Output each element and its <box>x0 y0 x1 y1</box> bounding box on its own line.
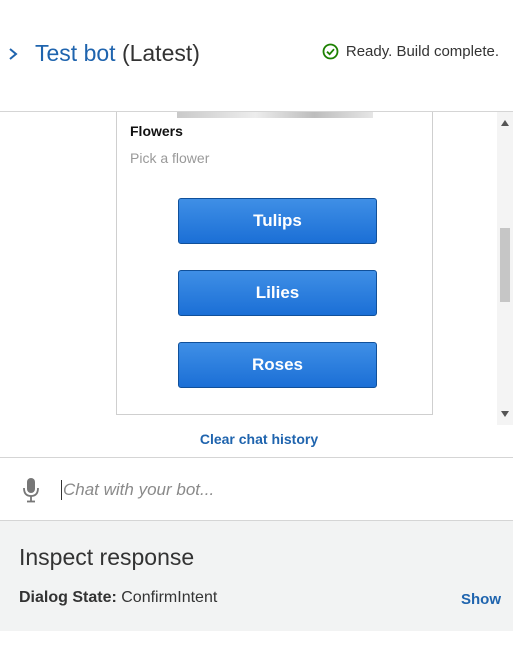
panel-header: Test bot (Latest) Ready. Build complete. <box>0 0 513 112</box>
clear-chat-history-link[interactable]: Clear chat history <box>0 431 513 447</box>
chat-input-row <box>0 457 513 521</box>
chevron-right-icon[interactable] <box>7 44 21 64</box>
chat-input[interactable] <box>63 477 483 503</box>
response-card: Flowers Pick a flower Tulips Lilies Rose… <box>116 112 433 415</box>
option-button-roses[interactable]: Roses <box>178 342 377 388</box>
dialog-state-label: Dialog State: <box>19 589 117 606</box>
card-subtitle: Pick a flower <box>130 150 210 166</box>
dialog-state: Dialog State: ConfirmIntent <box>19 589 217 607</box>
microphone-icon[interactable] <box>22 477 40 503</box>
dialog-state-value: ConfirmIntent <box>121 589 218 606</box>
card-title: Flowers <box>130 123 183 139</box>
scroll-down-arrow-icon[interactable] <box>501 411 509 417</box>
build-status: Ready. Build complete. <box>322 43 499 60</box>
show-details-link[interactable]: Show <box>461 591 501 608</box>
check-circle-icon <box>322 43 339 60</box>
inspect-response-title: Inspect response <box>19 544 195 570</box>
chat-scrollbar[interactable] <box>497 112 513 425</box>
test-bot-panel: Test bot (Latest) Ready. Build complete.… <box>0 0 513 662</box>
option-button-tulips[interactable]: Tulips <box>178 198 377 244</box>
build-status-text: Ready. Build complete. <box>345 43 499 60</box>
text-caret <box>61 480 62 500</box>
card-image <box>177 112 373 118</box>
scroll-up-arrow-icon[interactable] <box>501 120 509 126</box>
bot-version: (Latest) <box>121 40 200 66</box>
option-button-lilies[interactable]: Lilies <box>178 270 377 316</box>
chat-transcript: Flowers Pick a flower Tulips Lilies Rose… <box>0 112 513 457</box>
inspect-response-panel: Inspect response Dialog State: ConfirmIn… <box>0 521 513 631</box>
bot-name: Test bot <box>35 40 116 66</box>
scroll-thumb[interactable] <box>500 228 510 302</box>
panel-title: Test bot (Latest) <box>35 40 200 67</box>
